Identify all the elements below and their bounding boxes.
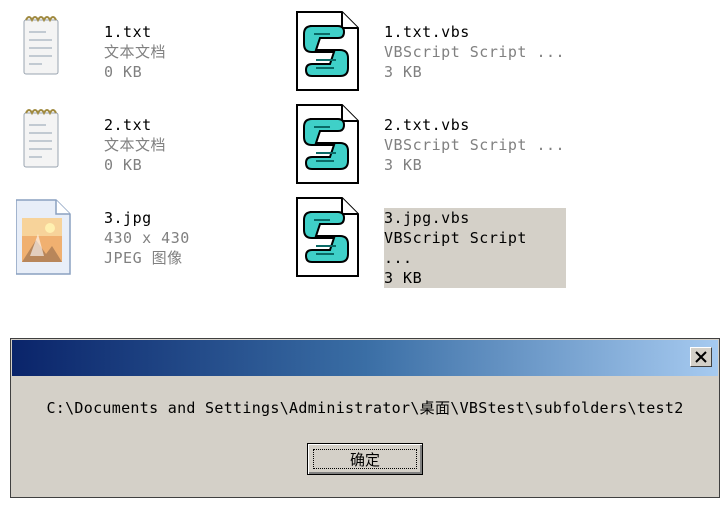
file-size: 3 KB	[384, 156, 423, 174]
file-type: JPEG 图像	[104, 249, 183, 267]
dialog-titlebar[interactable]	[12, 340, 718, 376]
file-item-3-jpg[interactable]: 3.jpg 430 x 430 JPEG 图像	[15, 196, 286, 280]
text-document-icon	[16, 103, 84, 187]
file-name: 1.txt.vbs	[384, 23, 470, 41]
file-name: 3.jpg	[104, 209, 152, 227]
file-name: 2.txt	[104, 116, 152, 134]
file-name: 3.jpg.vbs	[384, 209, 470, 227]
message-dialog: C:\Documents and Settings\Administrator\…	[10, 338, 720, 498]
vbscript-file-icon	[296, 103, 364, 187]
file-item-2-txt[interactable]: 2.txt 文本文档 0 KB	[16, 103, 286, 187]
file-item-1-txt-vbs[interactable]: 1.txt.vbs VBScript Script ... 3 KB	[296, 10, 566, 94]
file-size: 3 KB	[384, 63, 423, 81]
file-type: VBScript Script ...	[384, 229, 527, 267]
file-name: 2.txt.vbs	[384, 116, 470, 134]
file-name: 1.txt	[104, 23, 152, 41]
file-size: 3 KB	[384, 269, 423, 287]
file-type: VBScript Script ...	[384, 43, 566, 61]
file-type: 文本文档	[104, 43, 167, 61]
vbscript-file-icon	[296, 10, 364, 94]
dialog-message: C:\Documents and Settings\Administrator\…	[46, 399, 684, 417]
close-button[interactable]	[690, 347, 712, 367]
ok-button-label: 确定	[313, 449, 417, 469]
file-item-1-txt[interactable]: 1.txt 文本文档 0 KB	[16, 10, 286, 94]
text-document-icon	[16, 10, 84, 94]
file-type: VBScript Script ...	[384, 136, 566, 154]
file-size: 0 KB	[104, 63, 143, 81]
vbscript-file-icon	[296, 196, 364, 280]
image-dimensions: 430 x 430	[104, 229, 190, 247]
file-item-2-txt-vbs[interactable]: 2.txt.vbs VBScript Script ... 3 KB	[296, 103, 566, 187]
image-file-icon	[15, 196, 84, 280]
file-size: 0 KB	[104, 156, 143, 174]
file-type: 文本文档	[104, 136, 167, 154]
file-item-3-jpg-vbs[interactable]: 3.jpg.vbs VBScript Script ... 3 KB	[296, 196, 566, 288]
close-icon	[695, 348, 707, 367]
ok-button[interactable]: 确定	[307, 443, 423, 475]
